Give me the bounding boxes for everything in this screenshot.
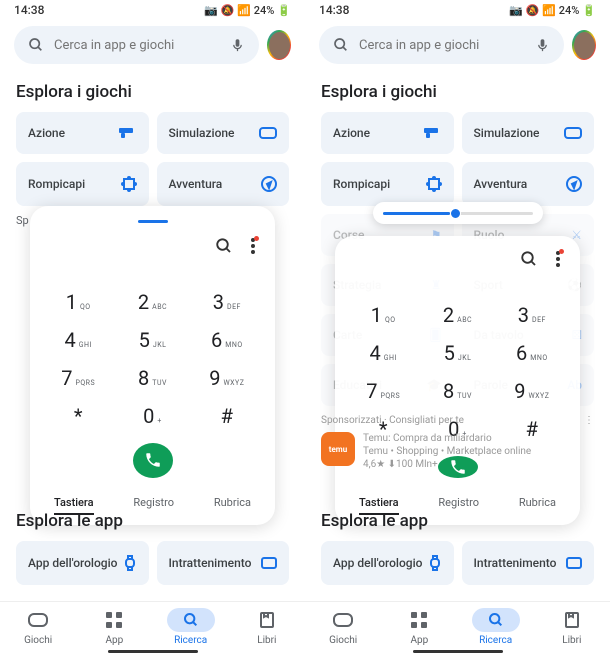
bottom-nav: Giochi App Ricerca Libri bbox=[0, 601, 305, 657]
gun-icon bbox=[424, 126, 442, 140]
section-apps-title: Esplora le app bbox=[0, 499, 305, 541]
nav-search[interactable]: Ricerca bbox=[472, 608, 520, 646]
ticket-icon bbox=[261, 557, 277, 569]
chip-watch-apps[interactable]: App dell'orologio bbox=[321, 541, 454, 585]
key-1[interactable]: 1QO bbox=[355, 298, 411, 332]
key-hash[interactable]: # bbox=[199, 399, 255, 433]
key-8[interactable]: 8TUV bbox=[429, 374, 485, 408]
keypad: 1QO 2ABC 3DEF 4GHI 5JKL 6MNO 7PQRS 8TUV … bbox=[50, 285, 255, 433]
book-icon bbox=[260, 612, 274, 628]
key-4[interactable]: 4GHI bbox=[50, 323, 106, 357]
key-6[interactable]: 6MNO bbox=[199, 323, 255, 357]
dialer-overlay: 1QO 2ABC 3DEF 4GHI 5JKL 6MNO 7PQRS 8TUV … bbox=[30, 206, 275, 525]
key-2[interactable]: 2ABC bbox=[429, 298, 485, 332]
more-icon[interactable]: ⋮ bbox=[584, 415, 594, 426]
bottom-nav: Giochi App Ricerca Libri bbox=[305, 601, 610, 657]
key-9[interactable]: 9WXYZ bbox=[199, 361, 255, 395]
status-bar: 14:38 📷 🔕 📶 24%🔋 bbox=[305, 0, 610, 20]
key-star[interactable]: * bbox=[50, 399, 106, 433]
key-8[interactable]: 8TUV bbox=[124, 361, 180, 395]
chip-watch-apps[interactable]: App dell'orologio bbox=[16, 541, 149, 585]
drag-handle[interactable] bbox=[138, 220, 168, 223]
watch-icon bbox=[428, 555, 442, 571]
search-nav-icon bbox=[183, 612, 199, 628]
key-2[interactable]: 2ABC bbox=[124, 285, 180, 319]
dialer-overlay: 1QO 2ABC 3DEF 4GHI 5JKL 6MNO 7PQRS 8TUV … bbox=[335, 236, 580, 525]
search-bar[interactable] bbox=[14, 26, 259, 64]
dialer-search-icon[interactable] bbox=[215, 237, 233, 255]
chip-azione[interactable]: Azione bbox=[321, 112, 454, 154]
chip-simulazione[interactable]: Simulazione bbox=[157, 112, 290, 154]
mic-icon[interactable] bbox=[535, 38, 550, 53]
key-9[interactable]: 9WXYZ bbox=[504, 374, 560, 408]
dialer-more-button[interactable] bbox=[251, 238, 255, 254]
gamepad-icon bbox=[333, 613, 353, 627]
nav-apps[interactable]: App bbox=[395, 608, 443, 646]
key-1[interactable]: 1QO bbox=[50, 285, 106, 319]
gun-icon bbox=[119, 126, 137, 140]
gamepad-icon bbox=[28, 613, 48, 627]
key-6[interactable]: 6MNO bbox=[504, 336, 560, 370]
search-icon bbox=[333, 37, 349, 53]
key-4[interactable]: 4GHI bbox=[355, 336, 411, 370]
volume-thumb[interactable] bbox=[450, 208, 461, 219]
gesture-bar[interactable] bbox=[413, 650, 503, 653]
key-5[interactable]: 5JKL bbox=[429, 336, 485, 370]
key-7[interactable]: 7PQRS bbox=[355, 374, 411, 408]
key-3[interactable]: 3DEF bbox=[504, 298, 560, 332]
section-apps-title: Esplora le app bbox=[305, 499, 610, 541]
chip-avventura[interactable]: Avventura bbox=[462, 162, 595, 206]
nav-books[interactable]: Libri bbox=[548, 608, 596, 646]
gesture-bar[interactable] bbox=[108, 650, 198, 653]
phone-icon bbox=[144, 451, 162, 469]
avatar[interactable] bbox=[572, 30, 596, 60]
dialer-search-icon[interactable] bbox=[520, 250, 538, 268]
nav-books[interactable]: Libri bbox=[243, 608, 291, 646]
mic-icon[interactable] bbox=[230, 38, 245, 53]
compass-icon bbox=[261, 176, 277, 192]
puzzle-icon bbox=[121, 176, 137, 192]
search-bar[interactable] bbox=[319, 26, 564, 64]
status-bar: 14:38 📷 🔕 📶 24%🔋 bbox=[0, 0, 305, 20]
book-icon bbox=[565, 612, 579, 628]
ticket-icon bbox=[566, 557, 582, 569]
chip-entertainment[interactable]: Intrattenimento bbox=[462, 541, 595, 585]
temu-app-icon: temu bbox=[321, 432, 355, 466]
key-0[interactable]: 0+ bbox=[124, 399, 180, 433]
nav-games[interactable]: Giochi bbox=[319, 608, 367, 646]
watch-icon bbox=[123, 555, 137, 571]
notification-dot bbox=[559, 249, 564, 254]
dialer-more-button[interactable] bbox=[556, 251, 560, 267]
sponsored-app[interactable]: temu Temu: Compra da miliardario Temu • … bbox=[321, 432, 594, 471]
search-nav-icon bbox=[488, 612, 504, 628]
nav-apps[interactable]: App bbox=[90, 608, 138, 646]
key-7[interactable]: 7PQRS bbox=[50, 361, 106, 395]
section-games-title: Esplora i giochi bbox=[305, 70, 610, 112]
chip-rompicapi[interactable]: Rompicapi bbox=[16, 162, 149, 206]
chip-avventura[interactable]: Avventura bbox=[157, 162, 290, 206]
key-3[interactable]: 3DEF bbox=[199, 285, 255, 319]
volume-slider[interactable] bbox=[373, 202, 543, 224]
search-input[interactable] bbox=[359, 38, 525, 53]
puzzle-icon bbox=[426, 176, 442, 192]
vr-icon bbox=[259, 127, 277, 139]
search-icon bbox=[28, 37, 44, 53]
apps-grid-icon bbox=[411, 612, 427, 628]
chip-simulazione[interactable]: Simulazione bbox=[462, 112, 595, 154]
apps-grid-icon bbox=[106, 612, 122, 628]
call-button[interactable] bbox=[133, 443, 173, 478]
notification-dot bbox=[254, 236, 259, 241]
key-5[interactable]: 5JKL bbox=[124, 323, 180, 357]
avatar[interactable] bbox=[267, 30, 291, 60]
sponsored-label: Sponsorizzati · Consigliati per te⋮ bbox=[321, 415, 594, 426]
section-games-title: Esplora i giochi bbox=[0, 70, 305, 112]
nav-search[interactable]: Ricerca bbox=[167, 608, 215, 646]
vr-icon bbox=[564, 127, 582, 139]
compass-icon bbox=[566, 176, 582, 192]
chip-entertainment[interactable]: Intrattenimento bbox=[157, 541, 290, 585]
search-input[interactable] bbox=[54, 38, 220, 53]
chip-rompicapi[interactable]: Rompicapi bbox=[321, 162, 454, 206]
chip-azione[interactable]: Azione bbox=[16, 112, 149, 154]
nav-games[interactable]: Giochi bbox=[14, 608, 62, 646]
